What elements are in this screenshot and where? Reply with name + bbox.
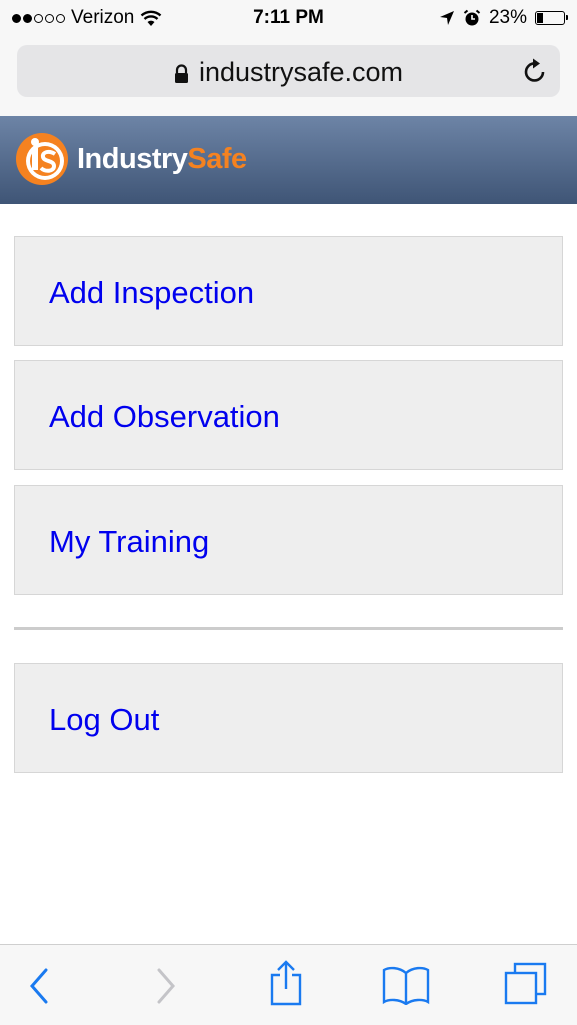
logo-wordmark: IndustrySafe (77, 143, 247, 176)
tabs-icon[interactable] (503, 961, 549, 1007)
url-text: industrysafe.com (198, 57, 404, 87)
add-observation-button[interactable]: Add Observation (14, 360, 563, 470)
url-display[interactable]: industrysafe.com (17, 57, 560, 88)
menu-divider (14, 627, 563, 630)
status-bar: Verizon 7:11 PM 23% (0, 0, 577, 36)
status-right: 23% (439, 7, 568, 29)
add-observation-link[interactable]: Add Observation (49, 399, 280, 435)
battery-icon (535, 11, 568, 25)
address-bar[interactable]: industrysafe.com (17, 45, 560, 97)
logo-text-safe: Safe (187, 142, 247, 175)
browser-address-area: industrysafe.com (0, 36, 577, 116)
my-training-link[interactable]: My Training (49, 524, 209, 560)
industrysafe-logo[interactable]: IndustrySafe (13, 130, 247, 188)
battery-fill (537, 13, 543, 23)
log-out-button[interactable]: Log Out (14, 663, 563, 773)
logo-text-industry: Industry (77, 142, 188, 175)
back-icon[interactable] (28, 967, 50, 1005)
log-out-link[interactable]: Log Out (49, 702, 159, 738)
battery-percentage: 23% (488, 7, 527, 28)
add-inspection-button[interactable]: Add Inspection (14, 236, 563, 346)
alarm-clock-icon (463, 9, 481, 26)
add-inspection-link[interactable]: Add Inspection (49, 275, 254, 311)
location-arrow-icon (439, 11, 454, 25)
share-icon[interactable] (268, 959, 304, 1007)
my-training-button[interactable]: My Training (14, 485, 563, 595)
logo-mark-icon (16, 133, 68, 185)
bookmarks-icon[interactable] (381, 965, 431, 1005)
reload-icon[interactable] (522, 57, 548, 85)
lock-icon (174, 64, 188, 83)
browser-toolbar (0, 944, 577, 1025)
app-header: IndustrySafe (0, 116, 577, 204)
forward-icon[interactable] (155, 967, 177, 1005)
